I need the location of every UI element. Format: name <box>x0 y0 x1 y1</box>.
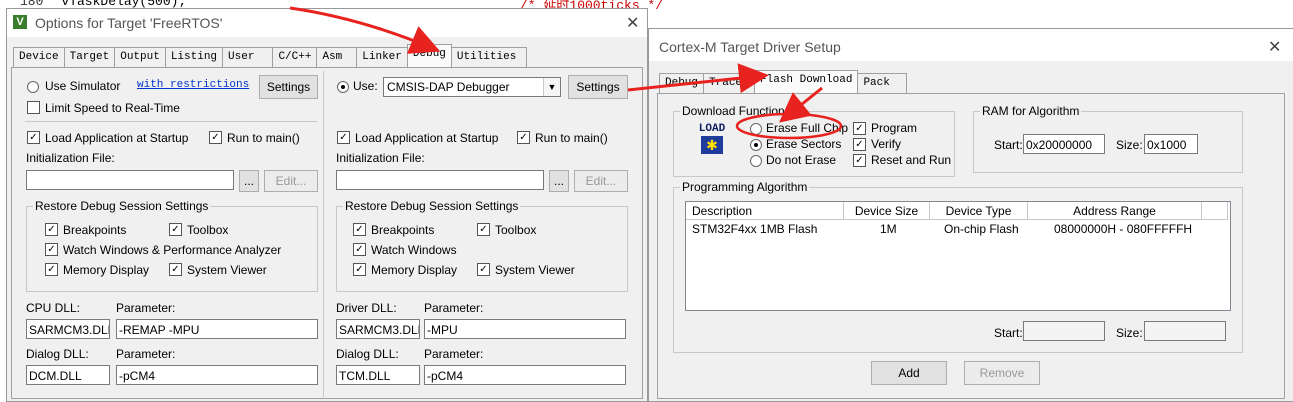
arrow-to-debug-tab <box>289 6 441 54</box>
arrow-to-flash-download-tab <box>627 63 769 94</box>
erase-full-chip-highlight <box>735 112 843 140</box>
arrow-to-erase-full-chip <box>778 86 823 123</box>
annotation-overlay <box>289 6 843 140</box>
